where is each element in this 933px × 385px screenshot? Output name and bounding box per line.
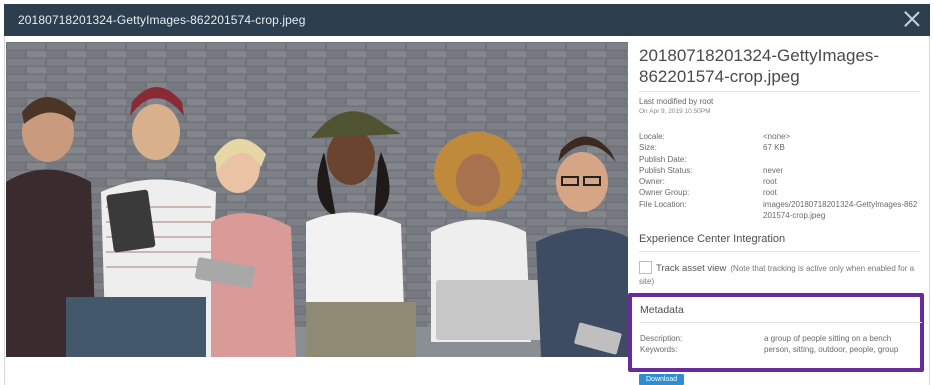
property-row: Size: 67 KB <box>639 142 920 153</box>
property-row: Locale: <none> <box>639 131 920 142</box>
property-value <box>763 154 920 165</box>
metadata-key: Keywords: <box>640 345 678 355</box>
modified-date-text: On Apr 9, 2019 10:50PM <box>639 108 711 115</box>
properties-list: Locale: <none> Size: 67 KB Publish Date: P… <box>639 131 920 221</box>
property-value: <none> <box>763 132 791 141</box>
dialog-title: 20180718201324-GettyImages-862201574-cro… <box>18 13 306 27</box>
download-button[interactable]: Download <box>639 374 685 385</box>
property-key: Locale: <box>639 132 665 141</box>
divider <box>639 91 920 92</box>
metadata-heading: Metadata <box>640 304 922 323</box>
property-value: never <box>763 165 784 175</box>
file-location-link[interactable]: images/20180718201324-GettyImages-862201… <box>763 199 920 222</box>
property-key: Owner Group: <box>639 188 690 198</box>
metadata-value: person, sitting, outdoor, people, group <box>764 345 899 355</box>
property-row: Publish Status: never <box>639 165 920 176</box>
property-value: root <box>763 188 777 198</box>
track-asset-label[interactable]: Track asset view <box>656 263 726 274</box>
track-asset-checkbox[interactable] <box>639 261 652 275</box>
metadata-value: a group of people sitting on a bench <box>764 334 892 343</box>
property-key: Publish Date: <box>639 154 687 164</box>
experience-center-heading: Experience Center Integration <box>639 233 920 253</box>
metadata-row: Description: a group of people sitting on… <box>640 333 922 344</box>
last-modified-text: Last modified by root <box>639 97 714 106</box>
property-row: File Location: images/20180718201324-Gett… <box>639 199 920 222</box>
property-value: root <box>763 177 777 187</box>
property-value: 67 KB <box>763 143 785 153</box>
close-icon[interactable] <box>902 9 922 29</box>
dialog-titlebar: 20180718201324-GettyImages-862201574-cro… <box>4 4 930 36</box>
metadata-section: Metadata Description: a group of people s… <box>640 301 922 356</box>
image-preview <box>6 42 628 357</box>
property-row: Publish Date: <box>639 154 920 165</box>
track-asset-row: Track asset view (Note that tracking is a… <box>639 261 920 288</box>
metadata-row: Keywords: person, sitting, outdoor, peopl… <box>640 344 922 355</box>
property-key: Size: <box>639 143 657 153</box>
property-key: Owner: <box>639 177 665 187</box>
metadata-key: Description: <box>640 334 683 343</box>
property-row: Owner Group: root <box>639 187 920 198</box>
property-key: Publish Status: <box>639 165 693 175</box>
property-row: Owner: root <box>639 176 920 187</box>
file-name-heading: 20180718201324-GettyImages-862201574-cro… <box>639 46 880 86</box>
property-key: File Location: <box>639 199 687 209</box>
